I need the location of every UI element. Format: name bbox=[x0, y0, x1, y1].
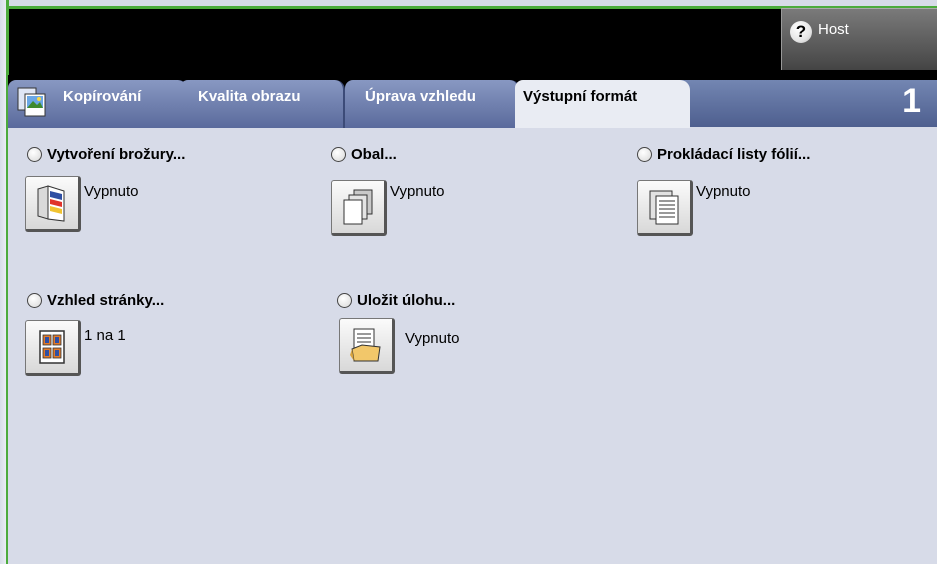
tab-output-format[interactable]: Výstupní formát bbox=[515, 80, 690, 130]
transparency-radio[interactable] bbox=[637, 147, 652, 162]
tab-layout-adjustment-label: Úprava vzhledu bbox=[365, 88, 476, 105]
booklet-radio[interactable] bbox=[27, 147, 42, 162]
page-layout-radio[interactable] bbox=[27, 293, 42, 308]
transparency-icon bbox=[649, 190, 679, 225]
cover-label: Obal... bbox=[351, 146, 397, 163]
help-button[interactable]: ? Host bbox=[781, 8, 937, 70]
help-button-label: Host bbox=[818, 21, 849, 38]
cover-value: Vypnuto bbox=[390, 183, 445, 200]
page-layout-label: Vzhled stránky... bbox=[47, 292, 165, 309]
question-mark-icon: ? bbox=[790, 21, 812, 43]
transparency-option[interactable]: Prokládací listy fólií... bbox=[637, 146, 810, 163]
save-job-value: Vypnuto bbox=[405, 330, 460, 347]
page-layout-icon bbox=[39, 330, 65, 364]
booklet-value: Vypnuto bbox=[84, 183, 139, 200]
tab-layout-adjustment[interactable]: Úprava vzhledu bbox=[345, 80, 520, 128]
booklet-icon bbox=[37, 185, 65, 222]
save-job-label: Uložit úlohu... bbox=[357, 292, 456, 309]
booklet-option[interactable]: Vytvoření brožury... bbox=[27, 146, 185, 163]
transparency-label: Prokládací listy fólií... bbox=[657, 146, 811, 163]
cover-option[interactable]: Obal... bbox=[331, 146, 397, 163]
job-number: 1 bbox=[902, 82, 921, 120]
transparency-button[interactable] bbox=[637, 180, 693, 236]
booklet-label: Vytvoření brožury... bbox=[47, 146, 186, 163]
cover-icon bbox=[343, 189, 373, 225]
cover-radio[interactable] bbox=[331, 147, 346, 162]
page-layout-value: 1 na 1 bbox=[84, 327, 126, 344]
save-job-radio[interactable] bbox=[337, 293, 352, 308]
save-job-button[interactable] bbox=[339, 318, 395, 374]
transparency-value: Vypnuto bbox=[696, 183, 751, 200]
cover-button[interactable] bbox=[331, 180, 387, 236]
booklet-button[interactable] bbox=[25, 176, 81, 232]
tab-bar-fill bbox=[670, 80, 937, 127]
copy-icon bbox=[17, 87, 46, 117]
tab-copy-label: Kopírování bbox=[63, 88, 142, 105]
page-layout-button[interactable] bbox=[25, 320, 81, 376]
page-layout-option[interactable]: Vzhled stránky... bbox=[27, 292, 164, 309]
tab-image-quality[interactable]: Kvalita obrazu bbox=[180, 80, 345, 128]
save-job-icon bbox=[350, 328, 381, 362]
tab-image-quality-label: Kvalita obrazu bbox=[198, 88, 301, 105]
feature-panel bbox=[8, 128, 937, 564]
tab-output-format-label: Výstupní formát bbox=[523, 88, 638, 105]
save-job-option[interactable]: Uložit úlohu... bbox=[337, 292, 455, 309]
